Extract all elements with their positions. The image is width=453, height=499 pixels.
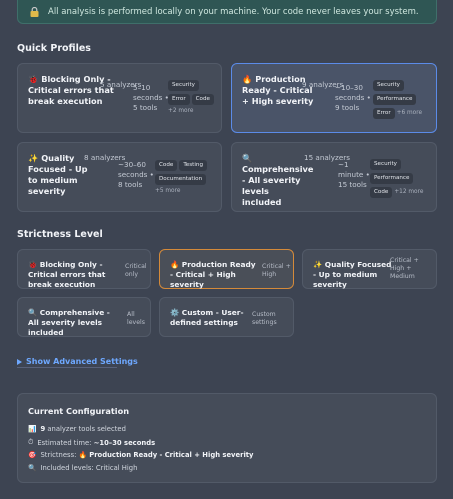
strictness-option-production[interactable]: 🔥 Production Ready - Critical + High sev… (159, 249, 294, 289)
profile-tags: Code Testing Documentation +5 more (155, 160, 221, 194)
magnifier-icon: 🔍 (28, 464, 37, 472)
fire-icon: 🔥 (78, 451, 88, 459)
profile-title: 🐞 Blocking Only - Critical errors that br… (28, 74, 114, 106)
local-analysis-notice: All analysis is performed locally on you… (17, 0, 437, 24)
gear-icon: ⚙️ (170, 308, 182, 317)
current-configuration-panel: Current Configuration 📊 9 analyzer tools… (17, 393, 437, 483)
profile-card-comprehensive[interactable]: 🔍 Comprehensive - All severity levels inc… (231, 142, 437, 212)
tag: Documentation (155, 174, 207, 185)
more-tags: +12 more (394, 189, 424, 195)
option-title: ⚙️ Custom - User-defined settings (170, 308, 244, 327)
tag: Code (370, 187, 393, 198)
tag: Testing (179, 160, 207, 171)
sparkle-icon: ✨ (313, 260, 325, 269)
option-sub: Critical only (125, 263, 147, 278)
strictness-option-custom[interactable]: ⚙️ Custom - User-defined settings Custom… (159, 297, 294, 337)
bug-icon: 🐞 (28, 260, 40, 269)
magnifier-icon: 🔍 (242, 153, 253, 163)
config-tools-row: 📊 9 analyzer tools selected (28, 425, 126, 433)
tag: Performance (370, 173, 414, 184)
tag: Security (168, 80, 199, 91)
profile-card-quality[interactable]: ✨ Quality Focused - Up to medium severity… (17, 142, 222, 212)
tag: Code (155, 160, 178, 171)
sparkle-icon: ✨ (28, 153, 39, 163)
config-strictness-row: 🎯 Strictness: 🔥 Production Ready - Criti… (28, 451, 254, 459)
tag: Error (373, 108, 395, 119)
option-title: 🔍 Comprehensive - All severity levels in… (28, 308, 110, 337)
profile-title: 🔥 Production Ready - Critical + High seve… (242, 74, 314, 106)
option-title: ✨ Quality Focused - Up to medium severit… (313, 260, 392, 289)
option-sub: Critical + High (262, 263, 291, 278)
config-time-row: ⏱ Estimated time: ~10–30 seconds (28, 438, 156, 447)
profile-meta: ~30–60 seconds • 8 tools (118, 160, 154, 189)
tag: Code (191, 94, 214, 105)
option-sub: Custom settings (252, 311, 277, 326)
profile-tags: Security Performance Code +12 more (370, 159, 436, 201)
target-icon: 🎯 (28, 451, 37, 459)
chart-icon: 📊 (28, 425, 37, 433)
magnifier-icon: 🔍 (28, 308, 40, 317)
more-tags: +5 more (155, 188, 181, 194)
profile-meta: 5–10 seconds • 5 tools (133, 83, 169, 112)
bug-icon: 🐞 (28, 74, 39, 84)
option-title: 🔥 Production Ready - Critical + High sev… (170, 260, 256, 289)
timer-icon: ⏱ (28, 438, 34, 446)
more-tags: +6 more (396, 110, 423, 116)
profile-card-production[interactable]: 🔥 Production Ready - Critical + High seve… (231, 63, 437, 133)
quick-profiles-heading: Quick Profiles (17, 43, 91, 54)
tag: Security (373, 80, 404, 91)
notice-text: All analysis is performed locally on you… (48, 7, 419, 17)
option-sub: All levels (127, 311, 145, 326)
strictness-option-comprehensive[interactable]: 🔍 Comprehensive - All severity levels in… (17, 297, 151, 337)
profile-meta: ~1 minute • 15 tools (338, 160, 370, 189)
triangle-right-icon (17, 358, 22, 365)
strictness-option-quality[interactable]: ✨ Quality Focused - Up to medium severit… (302, 249, 437, 289)
strictness-option-blocking[interactable]: 🐞 Blocking Only - Critical errors that b… (17, 249, 151, 289)
config-levels-row: 🔍 Included levels: Critical High (28, 464, 138, 472)
profile-tags: Security Performance Error +6 more (373, 80, 435, 122)
option-title: 🐞 Blocking Only - Critical errors that b… (28, 260, 106, 289)
show-advanced-settings-link[interactable]: Show Advanced Settings (17, 357, 138, 366)
option-sub: Critical + High + Medium (390, 257, 419, 280)
fire-icon: 🔥 (170, 260, 182, 269)
more-tags: +2 more (168, 108, 194, 114)
profile-title: 🔍 Comprehensive - All severity levels inc… (242, 153, 314, 207)
lock-icon (30, 7, 39, 17)
strictness-heading: Strictness Level (17, 229, 103, 240)
link-underline (17, 367, 117, 368)
tag: Security (370, 159, 401, 170)
tag: Performance (373, 94, 417, 105)
config-heading: Current Configuration (28, 406, 130, 416)
fire-icon: 🔥 (242, 74, 253, 84)
profile-tags: Security Error Code +2 more (168, 80, 218, 114)
profile-meta: ~10–30 seconds • 9 tools (335, 83, 371, 112)
profile-card-blocking[interactable]: 🐞 Blocking Only - Critical errors that br… (17, 63, 222, 133)
tag: Error (168, 94, 190, 105)
